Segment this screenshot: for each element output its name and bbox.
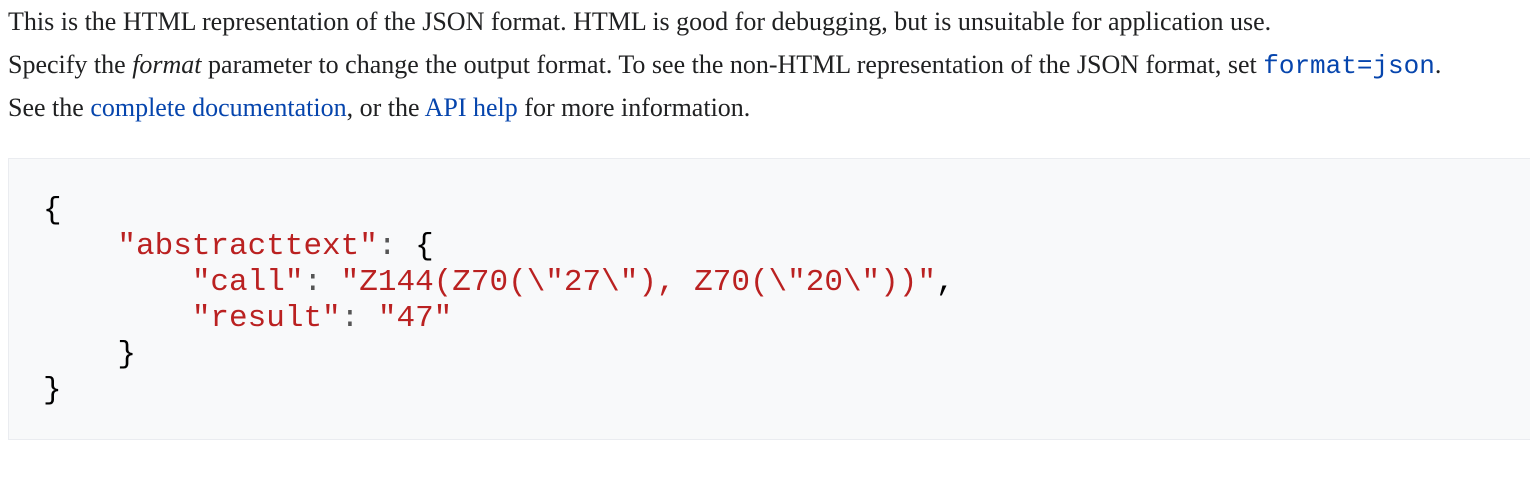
notice-text: . <box>1434 50 1442 79</box>
json-inner-close-brace: } <box>117 337 137 372</box>
format-json-code: format=json <box>1263 51 1435 81</box>
json-close-brace: } <box>43 373 62 408</box>
json-key-abstracttext: "abstracttext" <box>117 229 378 264</box>
json-output-panel: { "abstracttext": { "call": "Z144(Z70(\"… <box>8 158 1530 440</box>
json-key-call: "call" <box>191 265 304 300</box>
format-param-name: format <box>132 50 202 79</box>
notice-text: Specify the <box>8 50 133 79</box>
json-value-result: "47" <box>377 301 453 336</box>
json-inner-open-brace: { <box>415 229 434 264</box>
notice-line-3: See the complete documentation, or the A… <box>8 86 1528 129</box>
json-colon: : <box>377 229 416 264</box>
notice-line-2: Specify the format parameter to change t… <box>8 43 1528 86</box>
json-value-call: "Z144(Z70(\"27\"), Z70(\"20\"))" <box>340 265 936 300</box>
api-help-link[interactable]: API help <box>425 93 518 122</box>
notice-text: for more information. <box>517 93 751 122</box>
json-code-block: { "abstracttext": { "call": "Z144(Z70(\"… <box>43 193 955 409</box>
json-comma: , <box>935 265 955 300</box>
json-key-result: "result" <box>191 301 341 336</box>
complete-documentation-link[interactable]: complete documentation <box>90 93 346 122</box>
json-colon: : <box>303 265 341 300</box>
notice-text: This is the HTML representation of the J… <box>8 7 1272 36</box>
api-format-notice: This is the HTML representation of the J… <box>8 0 1528 129</box>
notice-text: , or the <box>346 93 425 122</box>
json-colon: : <box>340 301 378 336</box>
format-json-link[interactable]: format=json <box>1263 50 1435 81</box>
json-open-brace: { <box>43 193 62 228</box>
notice-line-1: This is the HTML representation of the J… <box>8 0 1528 43</box>
notice-text: See the <box>8 93 91 122</box>
notice-text: parameter to change the output format. T… <box>201 50 1264 79</box>
